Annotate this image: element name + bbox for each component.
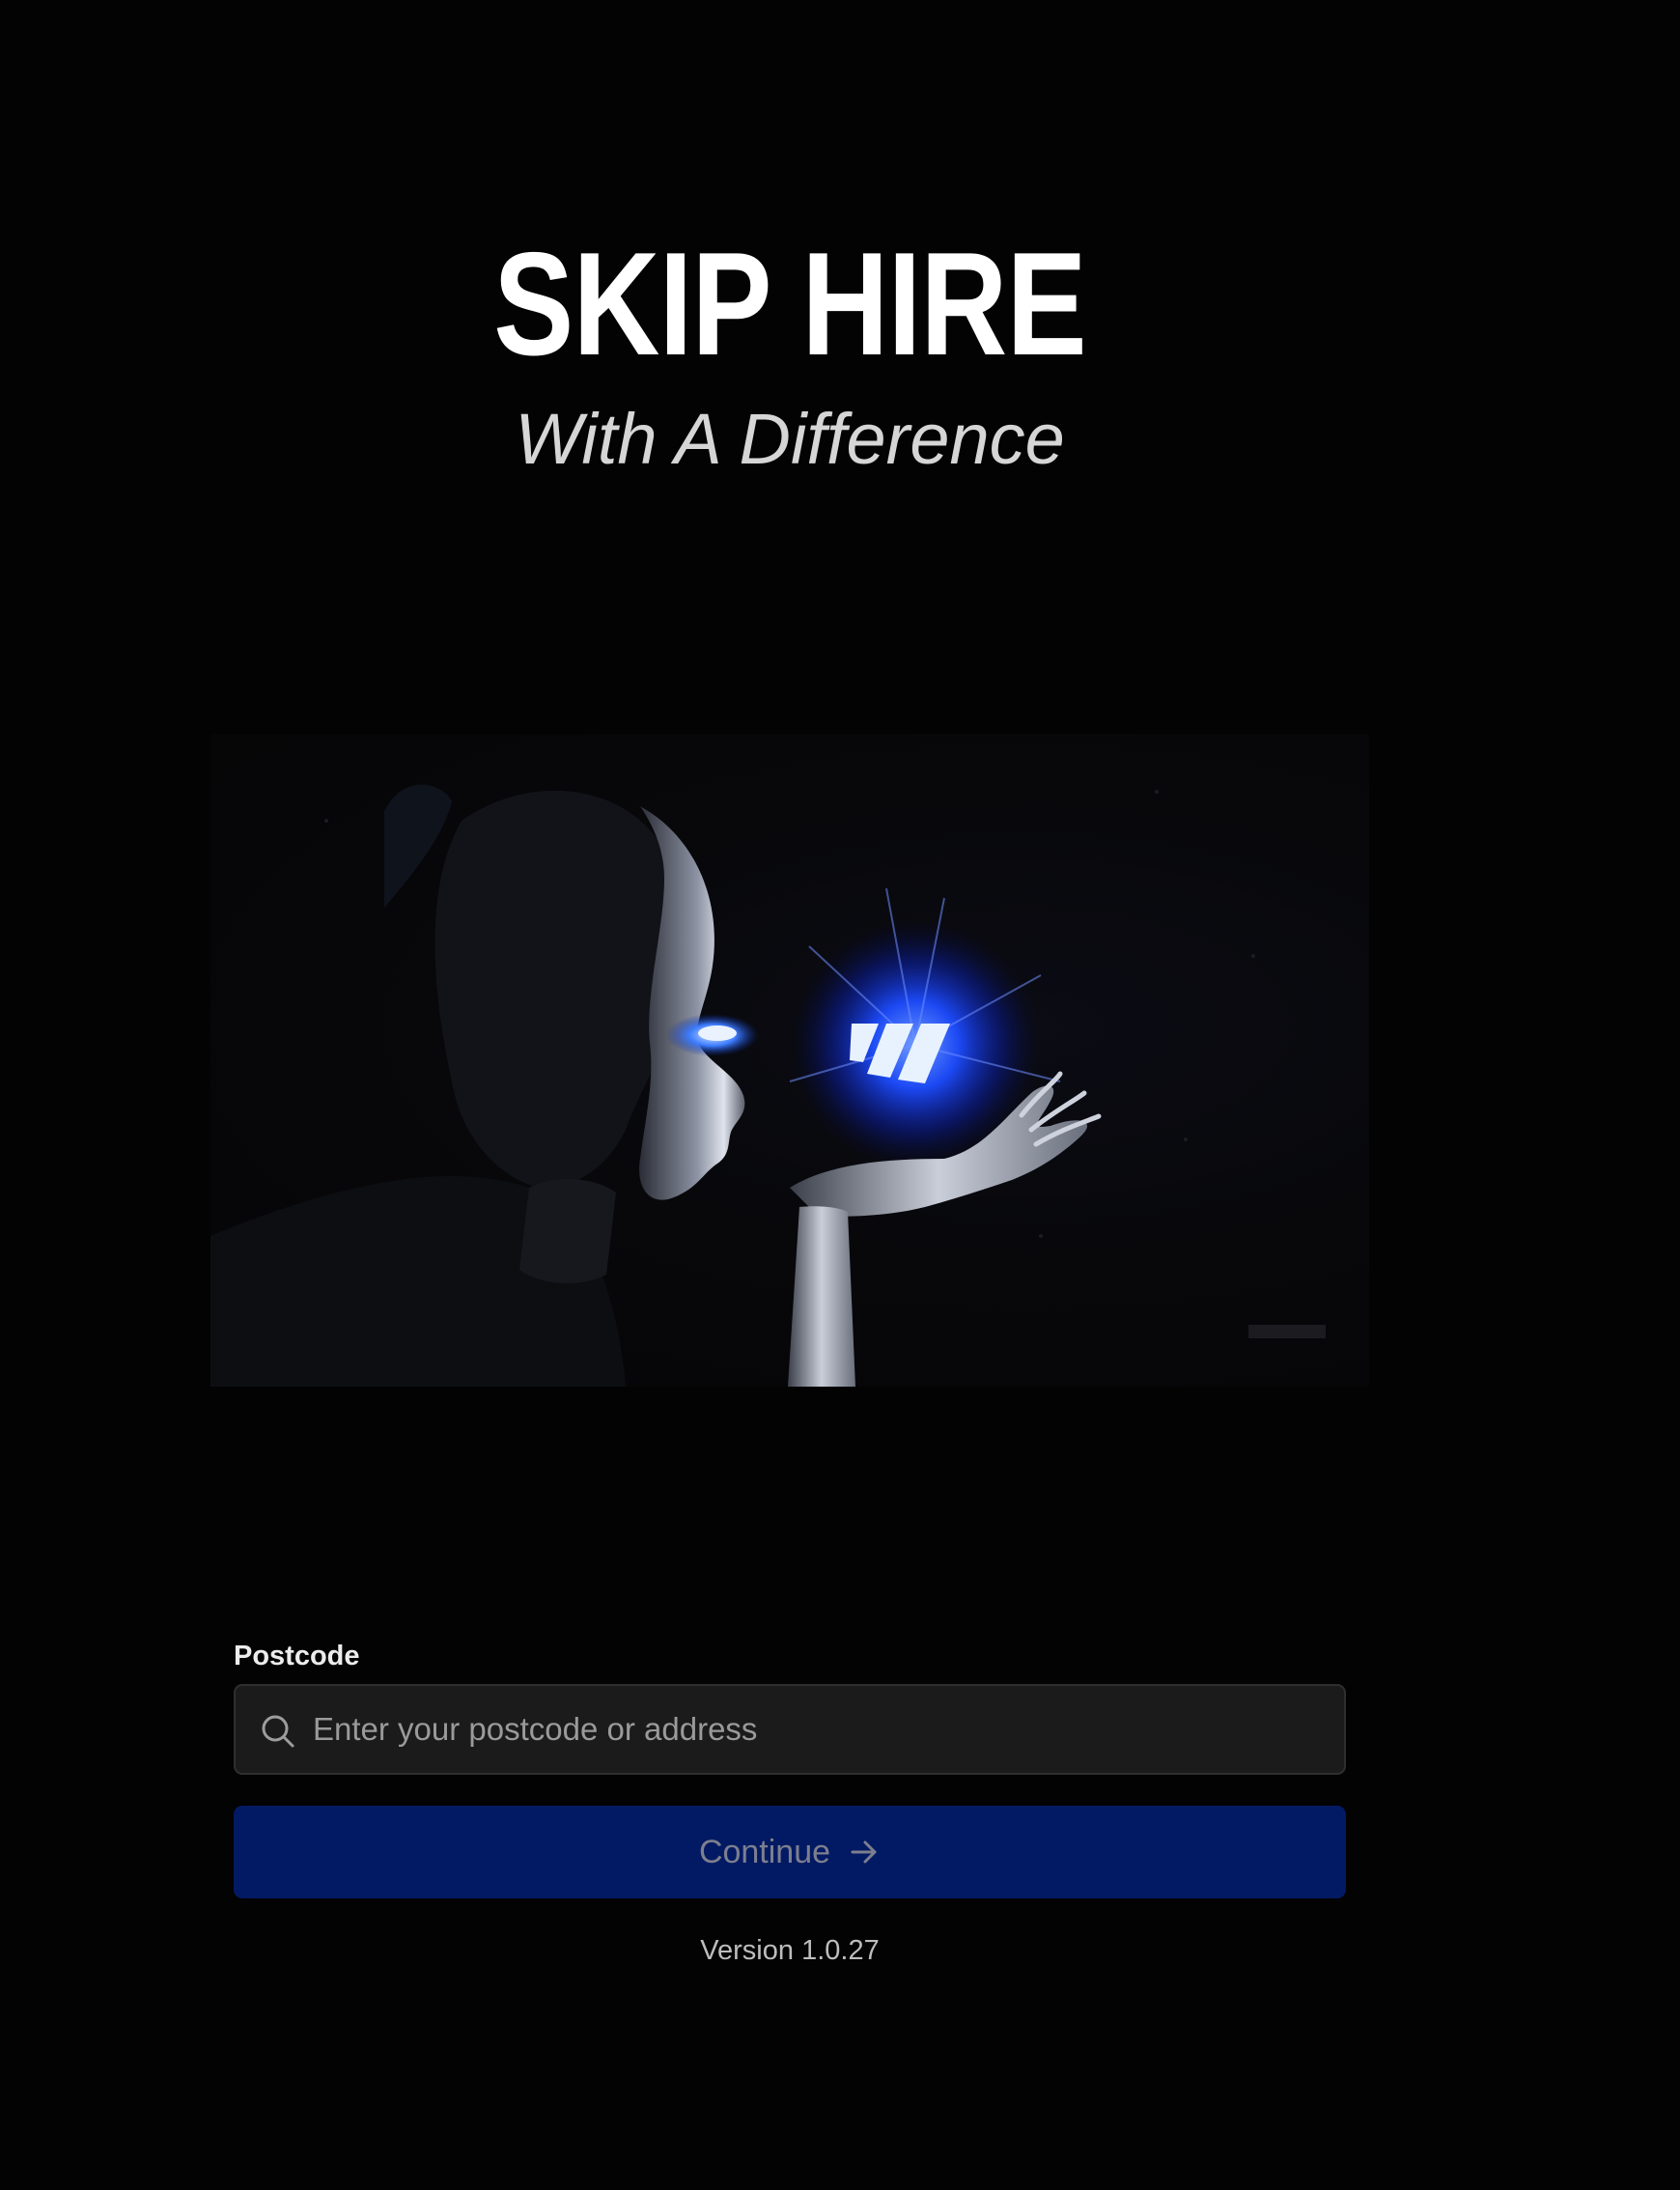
hero-image <box>210 734 1369 1387</box>
arrow-right-icon <box>851 1840 877 1864</box>
robot-forearm <box>788 1206 855 1387</box>
continue-button-label: Continue <box>698 1833 831 1870</box>
postcode-search-box[interactable] <box>234 1684 1346 1775</box>
search-icon <box>262 1715 294 1748</box>
postcode-form: Postcode Continue Version 1.0.27 <box>234 1637 1346 1970</box>
brand-subtitle: With A Difference <box>515 399 1065 479</box>
version-text: Version 1.0.27 <box>700 1935 880 1966</box>
brand-title: SKIP HIRE <box>493 222 1087 386</box>
continue-button[interactable]: Continue <box>234 1806 1346 1898</box>
postcode-search-input[interactable] <box>313 1686 1327 1773</box>
postcode-label: Postcode <box>234 1641 360 1671</box>
